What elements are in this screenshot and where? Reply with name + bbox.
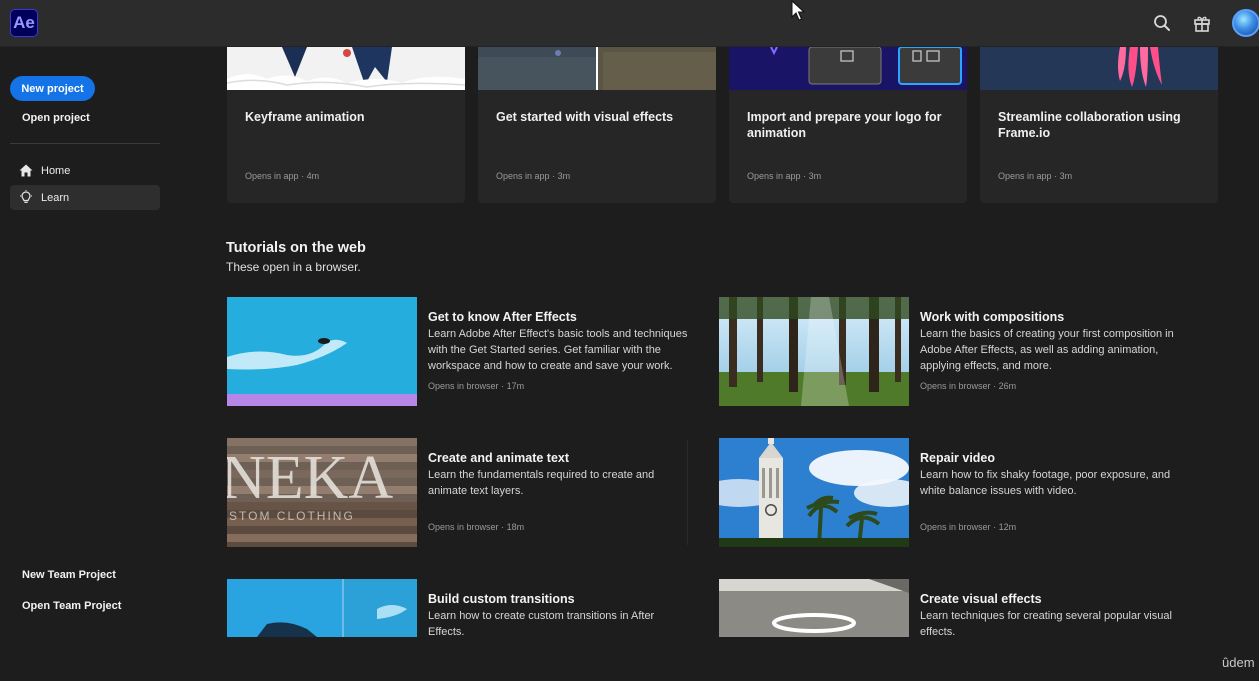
card-meta: Opens in app · 3m [998,171,1073,181]
thumbnail-image [729,47,967,90]
user-avatar[interactable] [1232,9,1259,37]
top-bar: Ae [0,0,1259,47]
thumbnail-image [227,297,417,406]
web-tutorial-card[interactable]: Work with compositions Learn the basics … [719,297,1189,407]
tutorial-title: Repair video [920,451,996,465]
thumbnail-image: NEKA STOM CLOTHING [227,438,417,547]
sidebar: New project Open project Home Learn New … [0,47,170,681]
section-title: Tutorials on the web [226,240,366,256]
tutorial-description: Learn how to create custom transitions i… [428,610,655,638]
new-team-project-link[interactable]: New Team Project [22,569,116,581]
thumbnail-text: NEKA [227,444,393,512]
thumbnail-image [719,297,909,406]
tutorial-description: Learn the fundamentals required to creat… [428,469,655,497]
card-title: Streamline collaboration using Frame.io [998,110,1181,140]
tutorial-meta: Opens in browser · 26m [920,381,1017,391]
tutorial-title: Work with compositions [920,310,1065,324]
sidebar-item-label: Learn [41,191,70,204]
tutorial-description: Learn the basics of creating your first … [920,328,1174,372]
section-subtitle: These open in a browser. [226,260,361,274]
app-tutorial-card[interactable]: Get started with visual effects Opens in… [478,47,716,203]
card-title: Get started with visual effects [496,110,674,124]
sidebar-divider [10,143,160,144]
thumbnail-image [478,47,716,90]
tutorial-description: Learn techniques for creating several po… [920,610,1172,638]
card-title: Keyframe animation [245,110,365,124]
gift-icon[interactable] [1192,13,1212,33]
mouse-cursor-icon [791,0,805,21]
tutorial-meta: Opens in browser · 18m [428,522,525,532]
tutorial-title: Build custom transitions [428,592,575,606]
home-icon [18,163,34,179]
web-tutorial-card[interactable]: NEKA STOM CLOTHING Create and animate te… [227,438,697,548]
card-meta: Opens in app · 3m [747,171,822,181]
new-project-button[interactable]: New project [10,76,95,101]
open-team-project-link[interactable]: Open Team Project [22,600,121,612]
app-tutorial-card[interactable]: Import and prepare your logo for animati… [729,47,967,203]
web-tutorial-card[interactable]: Get to know After Effects Learn Adobe Af… [227,297,697,407]
lightbulb-icon [18,190,34,206]
web-tutorial-card[interactable]: Repair video Learn how to fix shaky foot… [719,438,1189,548]
column-divider [687,440,688,545]
thumbnail-image [980,47,1218,90]
tutorial-description: Learn how to fix shaky footage, poor exp… [920,469,1171,497]
card-meta: Opens in app · 3m [496,171,571,181]
sidebar-item-learn[interactable]: Learn [10,185,160,210]
sidebar-item-label: Home [41,164,71,177]
search-icon[interactable] [1152,13,1172,33]
tutorial-meta: Opens in browser · 12m [920,522,1017,532]
app-tutorial-card[interactable]: Streamline collaboration using Frame.io … [980,47,1218,203]
udemy-watermark: ûdem [1222,655,1255,670]
web-tutorial-card[interactable]: Build custom transitions Learn how to cr… [227,579,697,681]
thumbnail-image [719,579,909,637]
card-meta: Opens in app · 4m [245,171,320,181]
tutorial-title: Create and animate text [428,451,570,465]
thumbnail-image [227,47,465,90]
tutorial-description: Learn Adobe After Effect's basic tools a… [428,328,688,372]
after-effects-logo[interactable]: Ae [10,9,38,37]
open-project-link[interactable]: Open project [22,112,90,124]
thumbnail-image [227,579,417,637]
tutorial-meta: Opens in browser · 17m [428,381,525,391]
sidebar-item-home[interactable]: Home [10,158,160,183]
thumbnail-image [719,438,909,547]
thumbnail-text: STOM CLOTHING [229,509,355,523]
card-title: Import and prepare your logo for animati… [747,110,942,140]
tutorial-title: Create visual effects [920,592,1042,606]
tutorial-title: Get to know After Effects [428,310,577,324]
web-tutorial-card[interactable]: Create visual effects Learn techniques f… [719,579,1189,681]
app-tutorial-card[interactable]: Keyframe animation Opens in app · 4m [227,47,465,203]
